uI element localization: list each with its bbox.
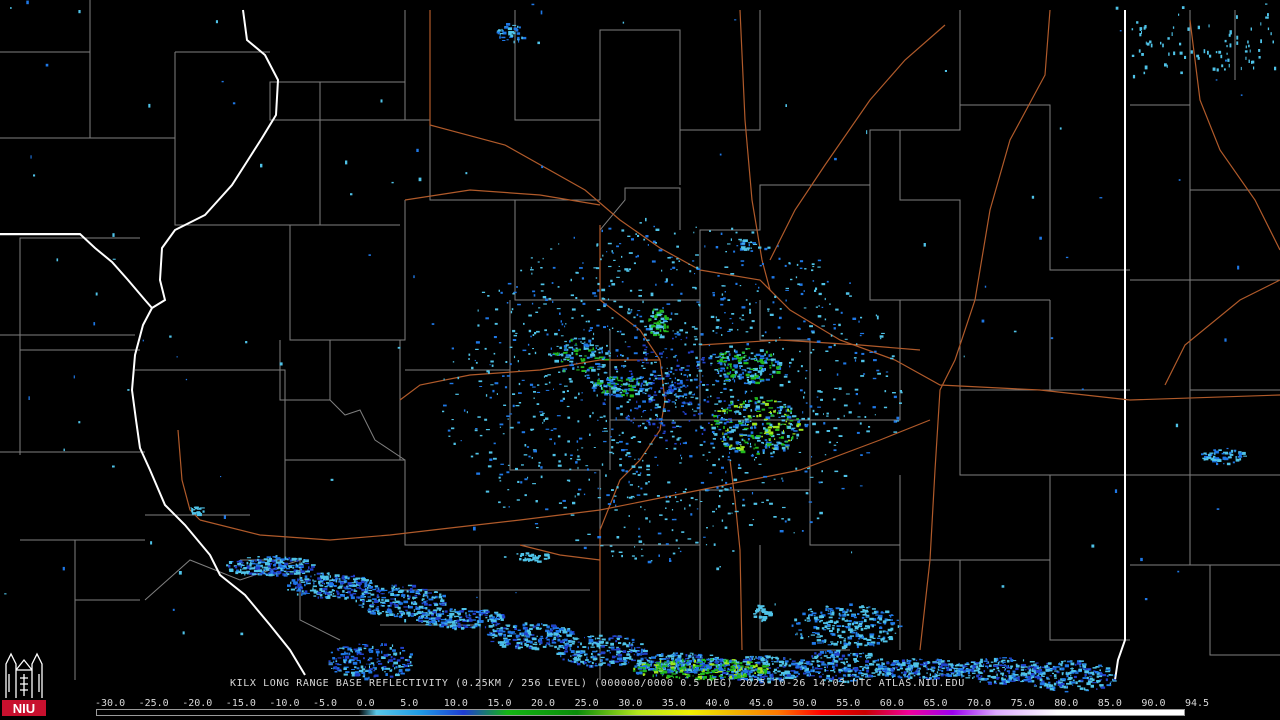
colorbar-label: 75.0 bbox=[1010, 698, 1035, 709]
colorbar-label: 5.0 bbox=[400, 698, 419, 709]
colorbar-labels: -30.0 -25.0 -20.0 -15.0 -10.0 -5.0 0.0 5.0 10.0 1… bbox=[95, 698, 1209, 709]
colorbar-label: 15.0 bbox=[487, 698, 512, 709]
colorbar-label: 90.0 bbox=[1141, 698, 1166, 709]
colorbar-label: 55.0 bbox=[836, 698, 861, 709]
colorbar-label: 50.0 bbox=[792, 698, 817, 709]
colorbar-label: 45.0 bbox=[749, 698, 774, 709]
colorbar-label: 0.0 bbox=[356, 698, 375, 709]
colorbar-label: 30.0 bbox=[618, 698, 643, 709]
colorbar-label: 70.0 bbox=[967, 698, 992, 709]
colorbar-label: -15.0 bbox=[225, 698, 256, 709]
colorbar-label: 60.0 bbox=[879, 698, 904, 709]
colorbar-label: 25.0 bbox=[574, 698, 599, 709]
product-caption: KILX LONG RANGE BASE REFLECTIVITY (0.25K… bbox=[230, 678, 965, 689]
radar-map bbox=[0, 0, 1280, 693]
colorbar-label: 35.0 bbox=[661, 698, 686, 709]
reflectivity-colorbar bbox=[96, 709, 1185, 716]
colorbar-label: -10.0 bbox=[269, 698, 300, 709]
colorbar-label: -5.0 bbox=[313, 698, 338, 709]
radar-echoes bbox=[4, 0, 1277, 693]
colorbar-label: 80.0 bbox=[1054, 698, 1079, 709]
colorbar-label: 94.5 bbox=[1185, 698, 1210, 709]
colorbar-label: 20.0 bbox=[531, 698, 556, 709]
logo-text: NIU bbox=[13, 701, 35, 716]
county-boundaries bbox=[0, 0, 1280, 690]
niu-logo: NIU bbox=[2, 652, 46, 716]
colorbar-label: 85.0 bbox=[1097, 698, 1122, 709]
colorbar-label: -20.0 bbox=[182, 698, 213, 709]
colorbar-label: -30.0 bbox=[95, 698, 126, 709]
colorbar-label: 10.0 bbox=[443, 698, 468, 709]
colorbar-label: -25.0 bbox=[138, 698, 169, 709]
colorbar-label: 65.0 bbox=[923, 698, 948, 709]
colorbar-label: 40.0 bbox=[705, 698, 730, 709]
castle-icon bbox=[5, 652, 43, 698]
